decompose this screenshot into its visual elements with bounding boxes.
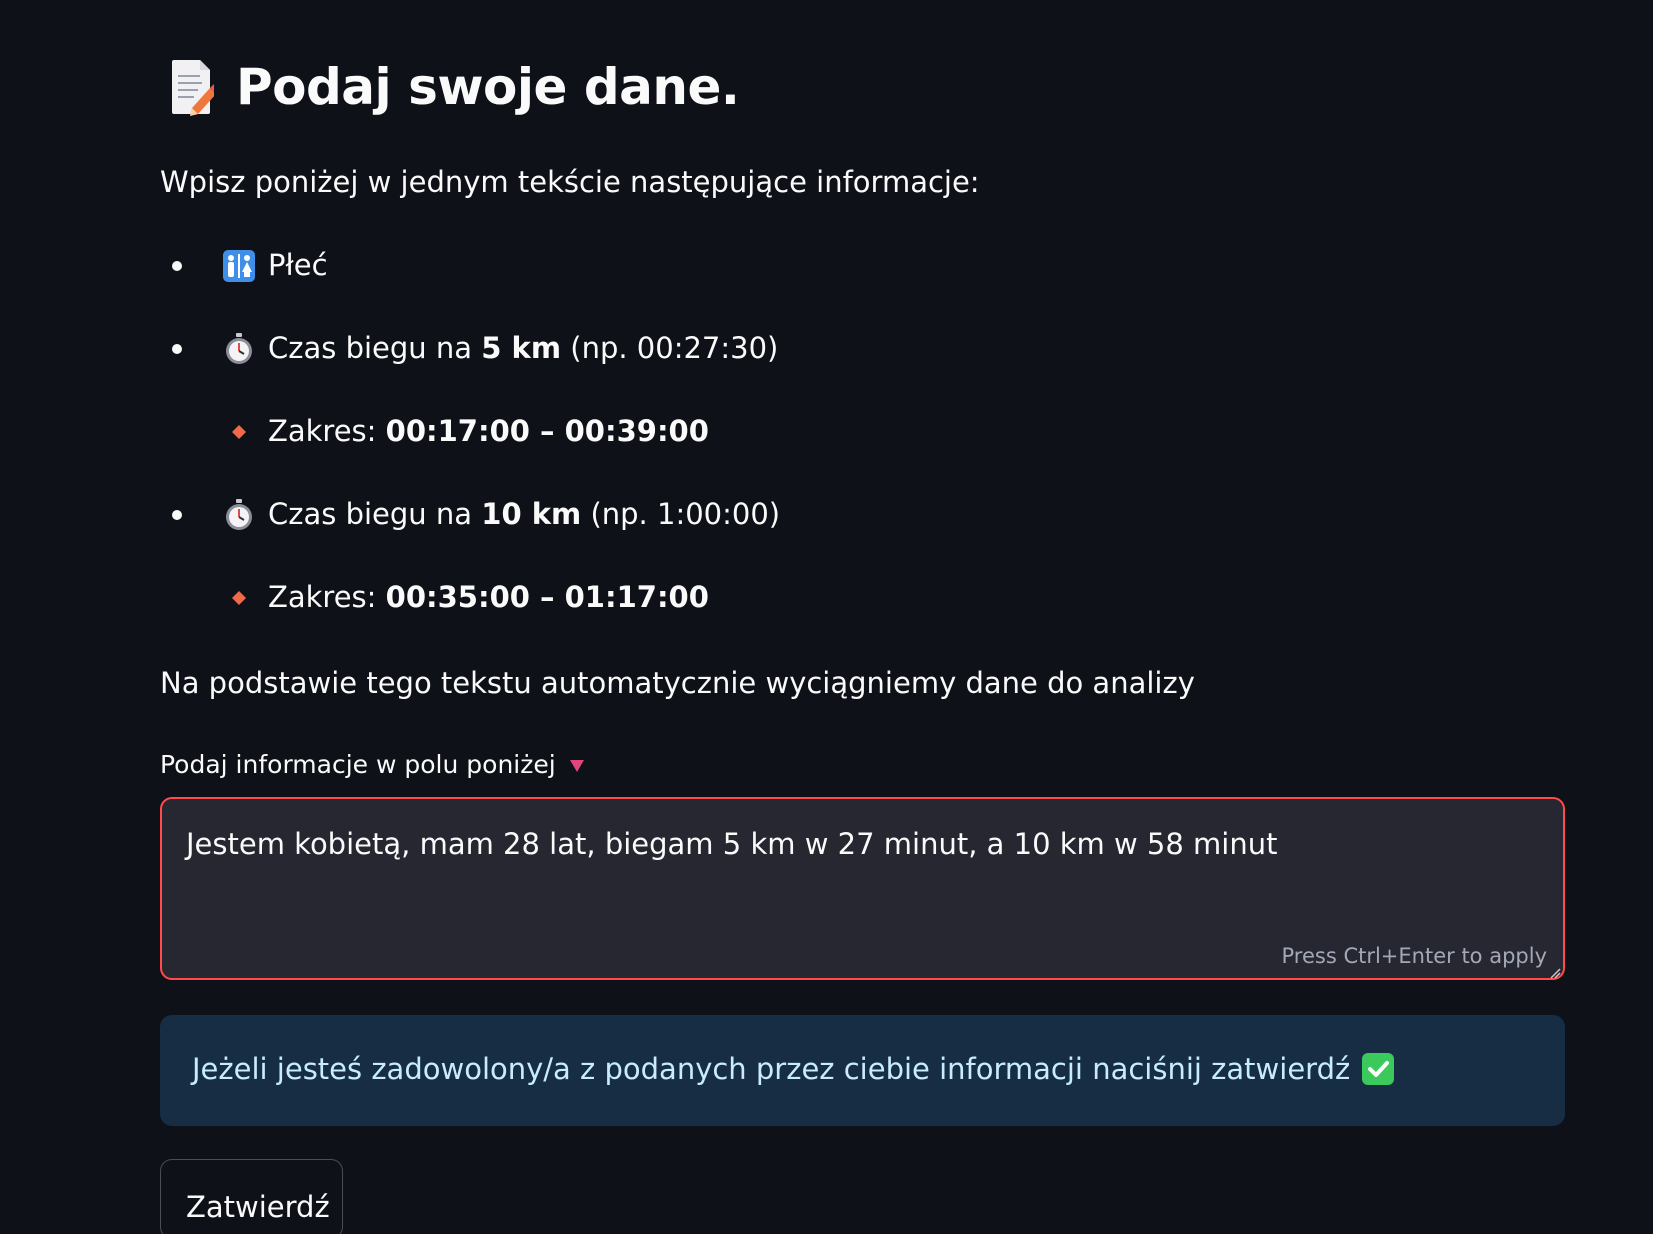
page-title: Podaj swoje dane.	[236, 57, 740, 116]
diamond-icon	[222, 581, 256, 615]
stopwatch-icon	[222, 498, 256, 532]
restroom-icon	[222, 249, 256, 283]
range-prefix: Zakres:	[268, 414, 386, 448]
range-value: 00:17:00 – 00:39:00	[385, 414, 709, 448]
bullet-icon	[172, 510, 182, 520]
info-alert: Jeżeli jesteś zadowolony/a z podanych pr…	[160, 1015, 1565, 1126]
stopwatch-icon	[222, 332, 256, 366]
memo-icon	[170, 58, 220, 116]
range-value: 00:35:00 – 01:17:00	[385, 580, 709, 614]
list-item-prefix: Czas biegu na	[268, 497, 482, 531]
list-item-text: Płeć	[268, 248, 328, 282]
info-alert-content: Jeżeli jesteś zadowolony/a z podanych pr…	[192, 1052, 1395, 1086]
triangle-down-icon	[569, 759, 584, 772]
intro-text: Wpisz poniżej w jednym tekście następują…	[160, 165, 980, 199]
list-item-text: Czas biegu na 5 km (np. 00:27:30)	[268, 331, 778, 365]
analysis-note: Na podstawie tego tekstu automatycznie w…	[160, 666, 1195, 700]
user-info-value[interactable]: Jestem kobietą, mam 28 lat, biegam 5 km …	[186, 827, 1486, 861]
list-item-distance: 10 km	[481, 497, 582, 531]
bullet-icon	[172, 261, 182, 271]
info-alert-text: Jeżeli jesteś zadowolony/a z podanych pr…	[192, 1052, 1351, 1086]
apply-hint: Press Ctrl+Enter to apply	[1281, 944, 1548, 968]
list-item-text: Zakres: 00:35:00 – 01:17:00	[268, 580, 709, 614]
list-item-text: Czas biegu na 10 km (np. 1:00:00)	[268, 497, 780, 531]
input-label: Podaj informacje w polu poniżej	[160, 750, 584, 779]
resize-handle-icon[interactable]	[1549, 964, 1561, 979]
page-header: Podaj swoje dane.	[170, 57, 740, 116]
page: Podaj swoje dane. Wpisz poniżej w jednym…	[0, 0, 1653, 1234]
list-item-prefix: Czas biegu na	[268, 331, 482, 365]
list-item-example: (np. 1:00:00)	[581, 497, 781, 531]
submit-button[interactable]: Zatwierdź	[160, 1159, 343, 1234]
bullet-icon	[172, 344, 182, 354]
list-item-text: Zakres: 00:17:00 – 00:39:00	[268, 414, 709, 448]
range-prefix: Zakres:	[268, 580, 386, 614]
input-label-text: Podaj informacje w polu poniżej	[160, 750, 556, 779]
diamond-icon	[222, 415, 256, 449]
list-item-example: (np. 00:27:30)	[561, 331, 779, 365]
user-info-textarea[interactable]: Jestem kobietą, mam 28 lat, biegam 5 km …	[160, 797, 1565, 980]
list-item-distance: 5 km	[481, 331, 562, 365]
check-mark-icon	[1362, 1053, 1395, 1085]
